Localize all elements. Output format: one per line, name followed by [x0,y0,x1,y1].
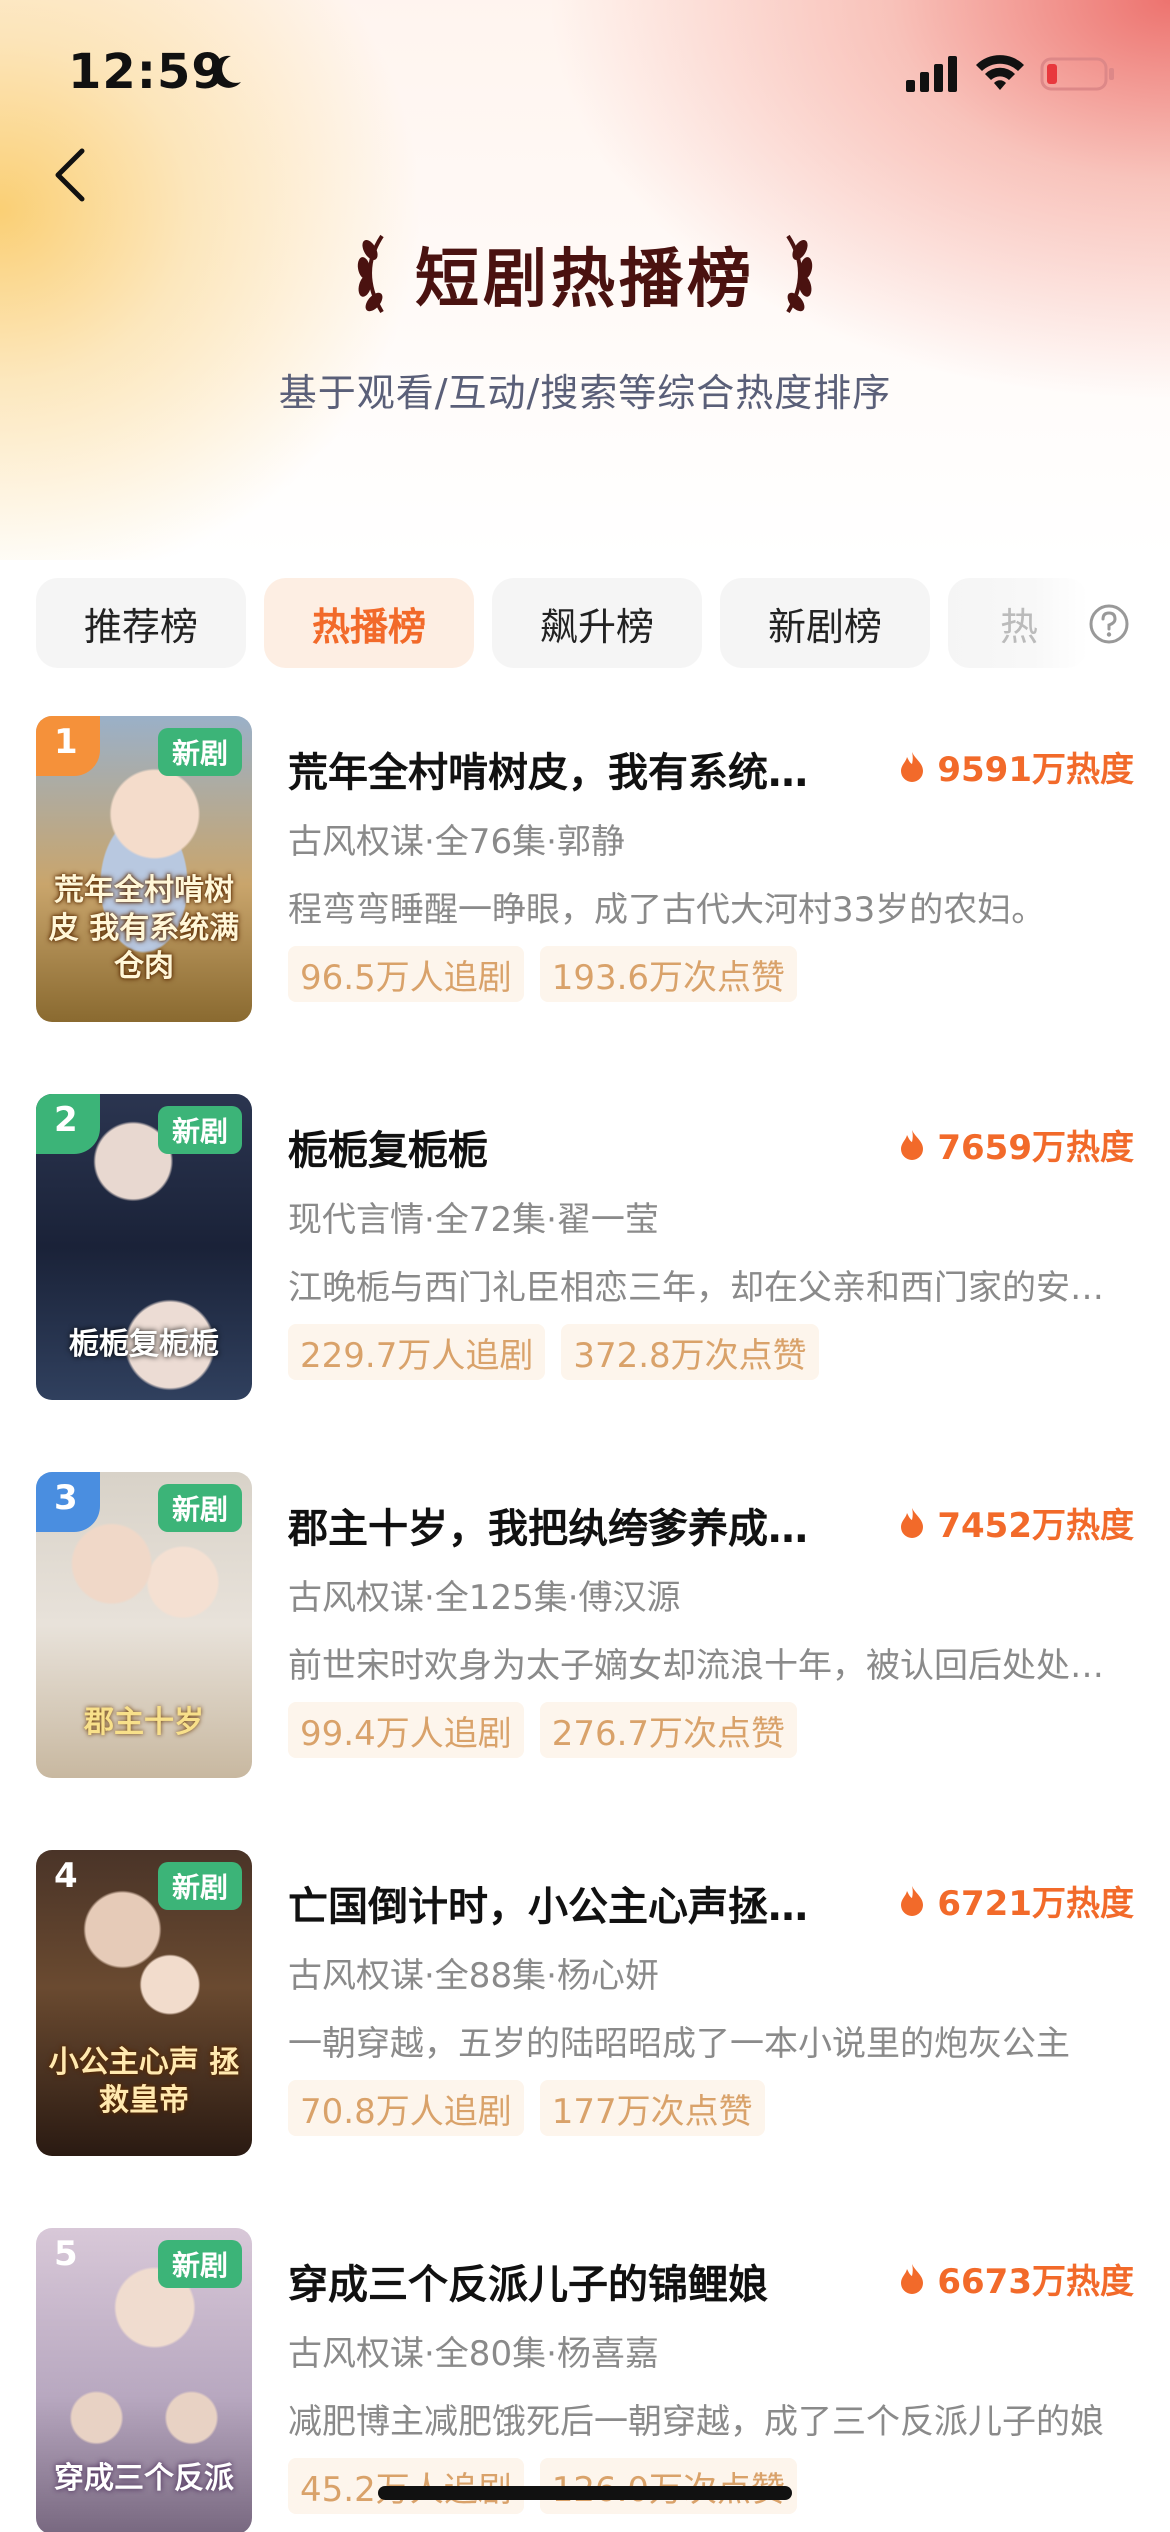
drama-title[interactable]: 栀栀复栀栀 [288,1118,808,1176]
flame-icon [901,1885,924,1916]
drama-meta: 古风权谋·全125集·傅汉源 [288,1578,681,1618]
heat-value: 7659万热度 [937,1128,1134,1168]
followers-count: 70.8万人追剧 [288,2080,524,2136]
rank-badge: 1 [36,716,100,776]
tab-rising[interactable]: 飙升榜 [492,578,702,668]
drama-stats: 99.4万人追剧 276.7万次点赞 [288,1702,813,1758]
drama-poster[interactable]: 4 新剧 小公主心声 拯救皇帝 [36,1850,252,2156]
heat-score: 7452万热度 [899,1498,1134,1547]
heat-value: 9591万热度 [937,750,1134,790]
heat-score: 9591万热度 [899,742,1134,791]
flame-icon [901,1507,924,1538]
page-title-area: 短剧热播榜 [0,228,1170,328]
ranking-tab-bar: 推荐榜 热播榜 飙升榜 新剧榜 热 [36,578,1136,668]
drama-stats: 96.5万人追剧 193.6万次点赞 [288,946,813,1002]
list-item-drama-2[interactable]: 2 新剧 栀栀复栀栀 栀栀复栀栀 7659万热度 现代言情·全72集·翟一莹 江… [0,1094,1170,1404]
heat-value: 6673万热度 [937,2262,1134,2302]
laurel-right-icon [786,234,813,314]
home-indicator[interactable] [378,2486,792,2500]
new-drama-tag: 新剧 [158,728,242,776]
drama-description: 一朝穿越，五岁的陆昭昭成了一本小说里的炮灰公主 [288,2024,1070,2064]
moon-icon [212,55,241,88]
drama-meta: 现代言情·全72集·翟一莹 [288,1200,659,1240]
heat-value: 6721万热度 [937,1884,1134,1924]
drama-description: 程弯弯睡醒一睁眼，成了古代大河村33岁的农妇。 [288,890,1046,930]
drama-meta: 古风权谋·全88集·杨心妍 [288,1956,659,1996]
followers-count: 229.7万人追剧 [288,1324,546,1380]
rank-badge: 4 [54,1856,78,1896]
rank-badge: 2 [36,1094,100,1154]
drama-poster[interactable]: 5 新剧 穿成三个反派 [36,2228,252,2532]
heat-score: 6673万热度 [899,2254,1134,2303]
drama-poster[interactable]: 1 新剧 荒年全村啃树皮 我有系统满仓肉 [36,716,252,1022]
likes-count: 193.6万次点赞 [539,946,798,1002]
poster-title-art: 小公主心声 拯救皇帝 [48,2045,240,2118]
new-drama-tag: 新剧 [158,1106,242,1154]
drama-poster[interactable]: 2 新剧 栀栀复栀栀 [36,1094,252,1400]
poster-title-art: 荒年全村啃树皮 我有系统满仓肉 [48,873,240,984]
list-item-drama-4[interactable]: 4 新剧 小公主心声 拯救皇帝 亡国倒计时，小公主心声拯救皇帝 6721万热度 … [0,1850,1170,2160]
heat-score: 6721万热度 [899,1876,1134,1925]
poster-title-art: 郡主十岁 [84,1705,204,1740]
drama-stats: 229.7万人追剧 372.8万次点赞 [288,1324,835,1380]
drama-title[interactable]: 穿成三个反派儿子的锦鲤娘 [288,2252,808,2310]
tab-new-drama[interactable]: 新剧榜 [720,578,930,668]
new-drama-tag: 新剧 [158,1862,242,1910]
drama-title[interactable]: 郡主十岁，我把纨绔爹养成皇帝 [288,1496,808,1554]
laurel-left-icon [357,234,384,314]
new-drama-tag: 新剧 [158,2240,242,2288]
drama-description: 减肥博主减肥饿死后一朝穿越，成了三个反派儿子的娘 [288,2402,1104,2442]
tab-hot-play[interactable]: 热播榜 [264,578,474,668]
rank-badge: 3 [36,1472,100,1532]
heat-value: 7452万热度 [937,1506,1134,1546]
followers-count: 96.5万人追剧 [288,946,524,1002]
drama-meta: 古风权谋·全76集·郭静 [288,822,625,862]
drama-poster[interactable]: 3 新剧 郡主十岁 [36,1472,252,1778]
list-item-drama-1[interactable]: 1 新剧 荒年全村啃树皮 我有系统满仓肉 荒年全村啃树皮，我有系统满仓肉 959… [0,716,1170,1026]
drama-description: 前世宋时欢身为太子嫡女却流浪十年，被认回后处处受欺 [288,1646,1134,1686]
battery-low-icon [1040,57,1114,91]
tab-hot-partial[interactable]: 热 [948,578,1088,668]
cellular-signal-icon [906,56,957,92]
page-title: 短剧热播榜 [415,242,755,317]
rank-badge: 5 [54,2234,78,2274]
likes-count: 372.8万次点赞 [561,1324,819,1380]
status-time: 12:59 [68,44,226,100]
wifi-icon [976,55,1024,90]
likes-count: 177万次点赞 [539,2080,765,2136]
help-icon[interactable] [1088,603,1130,645]
poster-title-art: 穿成三个反派 [54,2461,234,2496]
likes-count: 276.7万次点赞 [539,1702,798,1758]
page-subtitle: 基于观看/互动/搜索等综合热度排序 [278,371,892,415]
followers-count: 99.4万人追剧 [288,1702,524,1758]
flame-icon [901,2263,924,2294]
heat-score: 7659万热度 [899,1120,1134,1169]
drama-title[interactable]: 荒年全村啃树皮，我有系统满仓肉 [288,740,808,798]
list-item-drama-3[interactable]: 3 新剧 郡主十岁 郡主十岁，我把纨绔爹养成皇帝 7452万热度 古风权谋·全1… [0,1472,1170,1782]
drama-meta: 古风权谋·全80集·杨喜嘉 [288,2334,659,2374]
flame-icon [901,1129,924,1160]
drama-description: 江晚栀与西门礼臣相恋三年，却在父亲和西门家的安排下 [288,1268,1134,1308]
drama-title[interactable]: 亡国倒计时，小公主心声拯救皇帝 [288,1874,808,1932]
new-drama-tag: 新剧 [158,1484,242,1532]
back-button[interactable] [48,145,98,205]
flame-icon [901,751,924,782]
status-bar: 12:59 [0,0,1170,150]
drama-stats: 70.8万人追剧 177万次点赞 [288,2080,781,2136]
poster-title-art: 栀栀复栀栀 [69,1327,219,1362]
tab-recommend[interactable]: 推荐榜 [36,578,246,668]
